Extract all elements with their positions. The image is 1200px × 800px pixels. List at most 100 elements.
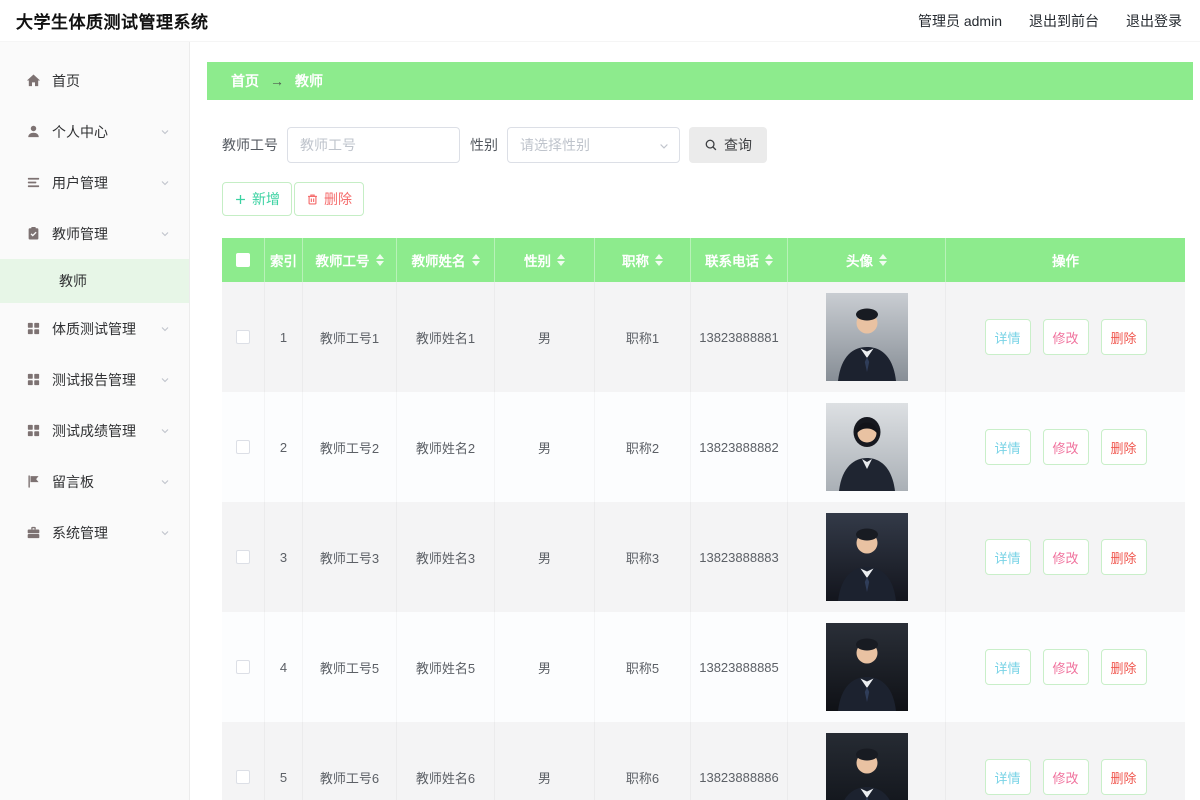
row-checkbox[interactable] [236,330,250,344]
sidebar-item-reports[interactable]: 测试报告管理 [0,354,189,405]
cell-phone: 13823888883 [691,502,788,612]
column-header-avatar[interactable]: 头像 [788,238,946,282]
sort-carets-icon[interactable] [765,254,773,266]
table-row: 5教师工号6教师姓名6男职称613823888886详情修改删除 [222,722,1185,800]
cell-title: 职称6 [595,722,691,800]
teacher-photo [826,293,908,381]
sidebar-item-label: 首页 [52,71,171,91]
cell-jobno: 教师工号5 [303,612,397,722]
cell-check [222,612,265,722]
teachers-table: 索引教师工号教师姓名性别职称联系电话头像操作 1教师工号1教师姓名1男职称113… [222,238,1185,800]
cell-avatar [788,612,946,722]
sidebar-item-scores[interactable]: 测试成绩管理 [0,405,189,456]
sidebar-item-teachers[interactable]: 教师管理 [0,208,189,259]
sort-carets-icon[interactable] [655,254,663,266]
table-row: 3教师工号3教师姓名3男职称313823888883详情修改删除 [222,502,1185,612]
table-header-row: 索引教师工号教师姓名性别职称联系电话 头像 操作 [222,238,1185,282]
job-no-input[interactable] [287,127,460,163]
sort-carets-icon[interactable] [557,254,565,266]
row-checkbox[interactable] [236,770,250,784]
cell-check [222,722,265,800]
cell-avatar [788,392,946,502]
column-header-phone[interactable]: 联系电话 [691,238,788,282]
row-checkbox[interactable] [236,550,250,564]
column-header-jobno[interactable]: 教师工号 [303,238,397,282]
column-header-gender[interactable]: 性别 [495,238,595,282]
cell-jobno: 教师工号6 [303,722,397,800]
edit-button[interactable]: 修改 [1043,759,1089,795]
sidebar-item-users[interactable]: 用户管理 [0,157,189,208]
delete-row-button[interactable]: 删除 [1101,759,1147,795]
sidebar-item-system[interactable]: 系统管理 [0,507,189,558]
column-header-name[interactable]: 教师姓名 [397,238,495,282]
sort-carets-icon[interactable] [879,254,887,266]
sidebar-item-label: 系统管理 [52,523,159,543]
main-area: 首页→教师 教师工号 性别 请选择性别 查询 [190,42,1200,800]
cell-index: 1 [265,282,303,392]
delete-button[interactable]: 删除 [294,182,364,216]
teacher-photo [826,623,908,711]
clipboard-icon [26,226,41,241]
edit-button[interactable]: 修改 [1043,649,1089,685]
cell-title: 职称2 [595,392,691,502]
column-header-label: 联系电话 [705,250,759,270]
cell-ops: 详情修改删除 [946,722,1185,800]
header-links: 管理员 admin 退出到前台 退出登录 [918,11,1182,31]
breadcrumb-item[interactable]: 首页 [231,71,259,91]
detail-button[interactable]: 详情 [985,759,1031,795]
header-link[interactable]: 退出到前台 [1029,11,1099,31]
detail-button[interactable]: 详情 [985,319,1031,355]
edit-button[interactable]: 修改 [1043,429,1089,465]
table-toolbar: 新增 删除 [222,182,1193,216]
cell-phone: 13823888886 [691,722,788,800]
add-button-label: 新增 [252,189,280,209]
teacher-photo [826,733,908,800]
sidebar-item-label: 教师管理 [52,224,159,244]
cell-gender: 男 [495,502,595,612]
edit-button[interactable]: 修改 [1043,319,1089,355]
chevron-down-icon [159,374,171,386]
delete-row-button[interactable]: 删除 [1101,429,1147,465]
column-header-title[interactable]: 职称 [595,238,691,282]
admin-user-label: 管理员 admin [918,11,1002,31]
sidebar-item-home[interactable]: 首页 [0,55,189,106]
detail-button[interactable]: 详情 [985,539,1031,575]
detail-button[interactable]: 详情 [985,649,1031,685]
sidebar-subitem-教师[interactable]: 教师 [0,259,189,303]
chevron-down-icon [159,323,171,335]
column-header-label: 操作 [1052,250,1079,270]
column-header-check [222,238,265,282]
sidebar-item-personal[interactable]: 个人中心 [0,106,189,157]
sidebar-item-messages[interactable]: 留言板 [0,456,189,507]
row-checkbox[interactable] [236,660,250,674]
add-button[interactable]: 新增 [222,182,292,216]
delete-row-button[interactable]: 删除 [1101,539,1147,575]
cell-phone: 13823888882 [691,392,788,502]
row-checkbox[interactable] [236,440,250,454]
column-header-index: 索引 [265,238,303,282]
sort-carets-icon[interactable] [472,254,480,266]
delete-row-button[interactable]: 删除 [1101,319,1147,355]
detail-button[interactable]: 详情 [985,429,1031,465]
edit-button[interactable]: 修改 [1043,539,1089,575]
sidebar-item-label: 留言板 [52,472,159,492]
table-body: 1教师工号1教师姓名1男职称113823888881详情修改删除2教师工号2教师… [222,282,1185,800]
teacher-photo [826,403,908,491]
delete-row-button[interactable]: 删除 [1101,649,1147,685]
cell-title: 职称5 [595,612,691,722]
header-link[interactable]: 退出登录 [1126,11,1182,31]
column-header-ops: 操作 [946,238,1185,282]
cell-check [222,392,265,502]
select-all-checkbox[interactable] [236,253,250,267]
sidebar-item-fitness[interactable]: 体质测试管理 [0,303,189,354]
home-icon [26,73,41,88]
chevron-down-icon [159,177,171,189]
teacher-photo [826,513,908,601]
sidebar-item-label: 测试报告管理 [52,370,159,390]
cell-avatar [788,502,946,612]
gender-select[interactable]: 请选择性别 [507,127,680,163]
top-header: 大学生体质测试管理系统 管理员 admin 退出到前台退出登录 [0,0,1200,42]
search-button[interactable]: 查询 [689,127,767,163]
cell-jobno: 教师工号1 [303,282,397,392]
sort-carets-icon[interactable] [376,254,384,266]
